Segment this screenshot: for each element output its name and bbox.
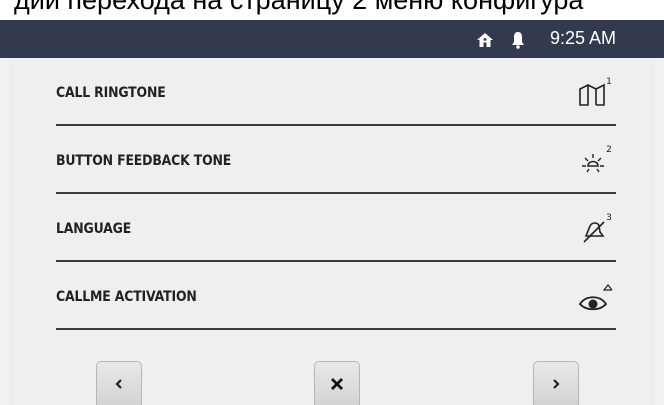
svg-text:1: 1 [606,77,612,87]
bell-icon[interactable] [508,30,528,54]
bell-muted-icon: 3 [583,213,612,243]
chevron-left-icon [115,378,122,389]
row-divider [56,124,616,126]
menu-row-label: BUTTON FEEDBACK TONE [56,153,232,169]
next-button[interactable] [533,361,579,405]
menu-row-label: CALLME ACTIVATION [56,289,197,305]
caption-text: дии перехода на страницу 2 меню конфигур… [14,0,584,15]
lamp-icon: 2 [582,145,612,173]
chevron-right-icon [553,378,560,389]
status-bar: 9:25 AM [0,20,664,58]
svg-text:2: 2 [606,145,612,155]
settings-panel: CALL RINGTONE 1 BUTTON FEEDBACK TONE 2 L… [9,58,655,405]
menu-row-callme-activation[interactable]: CALLME ACTIVATION [56,264,616,330]
close-icon [331,377,343,390]
menu-row-label: LANGUAGE [56,221,132,237]
eye-icon [578,284,612,311]
door-icon: 1 [579,77,612,106]
menu-row-button-feedback-tone[interactable]: BUTTON FEEDBACK TONE 2 [56,128,616,194]
close-button[interactable] [314,361,360,405]
menu-row-label: CALL RINGTONE [56,85,166,101]
menu-row-call-ringtone[interactable]: CALL RINGTONE 1 [56,60,616,126]
status-time: 9:25 AM [550,28,617,48]
row-divider [56,328,616,330]
previous-button[interactable] [96,361,142,405]
row-divider [56,192,616,194]
caption-strip: дии перехода на страницу 2 меню конфигур… [0,0,664,20]
home-icon[interactable] [475,30,495,54]
svg-text:3: 3 [606,213,612,223]
menu-row-language[interactable]: LANGUAGE 3 [56,196,616,262]
row-divider [56,260,616,262]
